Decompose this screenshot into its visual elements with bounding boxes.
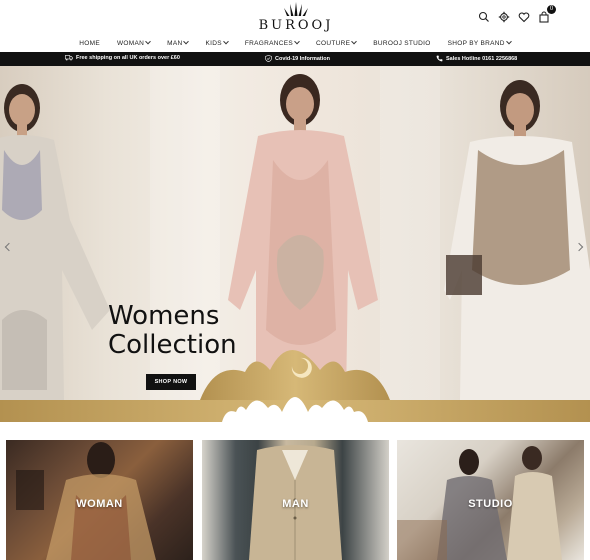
- gear-icon[interactable]: [498, 10, 510, 23]
- main-nav: HOME WOMAN MAN KIDS FRAGRANCES COUTURE B…: [0, 37, 590, 49]
- truck-icon: [65, 55, 73, 61]
- category-tile-man[interactable]: MAN: [202, 440, 389, 560]
- search-icon[interactable]: [478, 10, 490, 22]
- heart-icon[interactable]: [518, 10, 530, 23]
- bag-icon[interactable]: 0: [538, 5, 556, 23]
- hero-title: Womens Collection: [108, 302, 237, 360]
- nav-item-woman[interactable]: WOMAN: [116, 37, 151, 49]
- nav-label: COUTURE: [316, 39, 351, 47]
- shield-check-icon: [265, 55, 272, 62]
- nav-item-kids[interactable]: KIDS: [205, 37, 229, 49]
- shop-now-button[interactable]: SHOP NOW: [146, 374, 196, 390]
- category-label-studio: STUDIO: [468, 498, 513, 510]
- nav-label: WOMAN: [116, 39, 145, 47]
- covid-notice[interactable]: Covid-19 Information: [265, 55, 330, 62]
- hotline-text: Sales Hotline 0161 2256868: [446, 55, 518, 62]
- shipping-notice[interactable]: Free shipping on all UK orders over £60: [65, 55, 180, 61]
- announcement-bar: Free shipping on all UK orders over £60 …: [0, 52, 590, 66]
- nav-label: MAN: [167, 39, 183, 47]
- category-tile-woman[interactable]: WOMAN: [6, 440, 193, 560]
- category-tile-studio[interactable]: STUDIO: [397, 440, 584, 560]
- category-label-man: MAN: [282, 498, 309, 510]
- nav-label: HOME: [79, 39, 100, 47]
- nav-item-man[interactable]: MAN: [167, 37, 190, 49]
- chevron-down-icon: [351, 38, 358, 45]
- nav-item-burooj-studio[interactable]: BUROOJ STUDIO: [373, 37, 430, 49]
- chevron-down-icon: [505, 38, 512, 45]
- hero-title-line2: Collection: [108, 330, 237, 360]
- chevron-down-icon: [183, 38, 190, 45]
- nav-label: FRAGRANCES: [244, 39, 293, 47]
- chevron-down-icon: [223, 38, 229, 45]
- nav-label: KIDS: [205, 39, 222, 47]
- crown-logo-icon: [284, 2, 308, 16]
- nav-item-couture[interactable]: COUTURE: [316, 37, 358, 49]
- header-actions: 0: [478, 5, 556, 23]
- phone-icon: [436, 55, 443, 62]
- chevron-down-icon: [145, 38, 151, 45]
- shipping-text: Free shipping on all UK orders over £60: [76, 55, 180, 61]
- nav-item-shop-by-brand[interactable]: SHOP BY BRAND: [447, 37, 512, 49]
- brand-logo[interactable]: BUROOJ: [258, 0, 334, 34]
- category-label-woman: WOMAN: [76, 498, 123, 510]
- nav-item-fragrances[interactable]: FRAGRANCES: [244, 37, 300, 49]
- nav-item-home[interactable]: HOME: [79, 37, 100, 49]
- chevron-down-icon: [294, 38, 300, 45]
- brand-name: BUROOJ: [258, 18, 334, 33]
- site-header: BUROOJ 0 HOME WOMAN MAN KIDS FRAGRANCES …: [0, 0, 590, 52]
- nav-label: SHOP BY BRAND: [447, 39, 505, 47]
- covid-text: Covid-19 Information: [275, 55, 331, 62]
- hero-title-line1: Womens: [108, 301, 220, 331]
- hotline-notice[interactable]: Sales Hotline 0161 2256868: [436, 55, 517, 62]
- nav-label: BUROOJ STUDIO: [373, 39, 431, 47]
- hero-banner[interactable]: Womens Collection SHOP NOW: [0, 66, 590, 422]
- cart-count-badge: 0: [547, 5, 556, 14]
- category-tiles: WOMAN MAN STUDIO: [6, 440, 584, 560]
- mosque-silhouette-decoration: [0, 350, 590, 422]
